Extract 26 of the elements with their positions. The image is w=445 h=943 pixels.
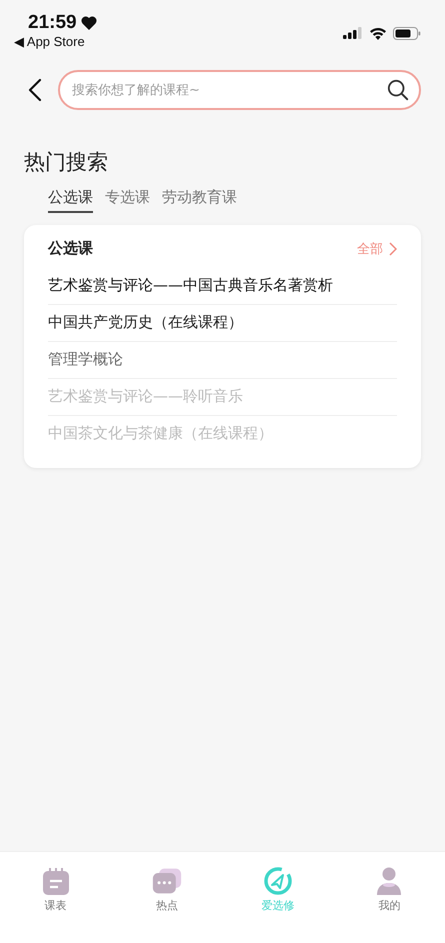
tab-bar-label[interactable]: 课表 bbox=[44, 898, 67, 913]
chat-icon[interactable] bbox=[152, 866, 182, 896]
category-tab[interactable]: 专选课 bbox=[105, 188, 150, 213]
paper-plane-icon[interactable] bbox=[263, 866, 294, 896]
course-item[interactable]: 中国共产党历史（在线课程） bbox=[48, 305, 397, 342]
category-tab[interactable]: 公选课 bbox=[48, 188, 93, 213]
tab-bar-label[interactable]: 热点 bbox=[156, 898, 178, 913]
wifi-icon bbox=[369, 26, 387, 40]
tab-bar-label[interactable]: 我的 bbox=[378, 898, 400, 913]
course-item[interactable]: 艺术鉴赏与评论——中国古典音乐名著赏析 bbox=[48, 268, 397, 305]
search-field[interactable]: 搜索你想了解的课程~ bbox=[58, 70, 421, 110]
heart-icon bbox=[80, 16, 97, 30]
status-time: 21:59 bbox=[28, 12, 77, 34]
card-title: 公选课 bbox=[48, 239, 93, 258]
battery-icon bbox=[393, 26, 421, 40]
category-tab[interactable]: 劳动教育课 bbox=[162, 188, 237, 213]
chevron-icon bbox=[389, 242, 397, 256]
course-item[interactable]: 管理学概论 bbox=[48, 342, 397, 379]
search-input[interactable]: 搜索你想了解的课程~ bbox=[72, 72, 387, 108]
search-icon[interactable] bbox=[387, 79, 409, 101]
back-to-app-link[interactable]: ◀ App Store bbox=[14, 34, 97, 49]
signal-icon bbox=[343, 27, 363, 39]
calendar-icon[interactable] bbox=[40, 866, 71, 896]
view-all-link[interactable]: 全部 bbox=[357, 240, 397, 258]
back-icon[interactable] bbox=[28, 78, 42, 102]
section-title: 热门搜索 bbox=[24, 149, 109, 176]
